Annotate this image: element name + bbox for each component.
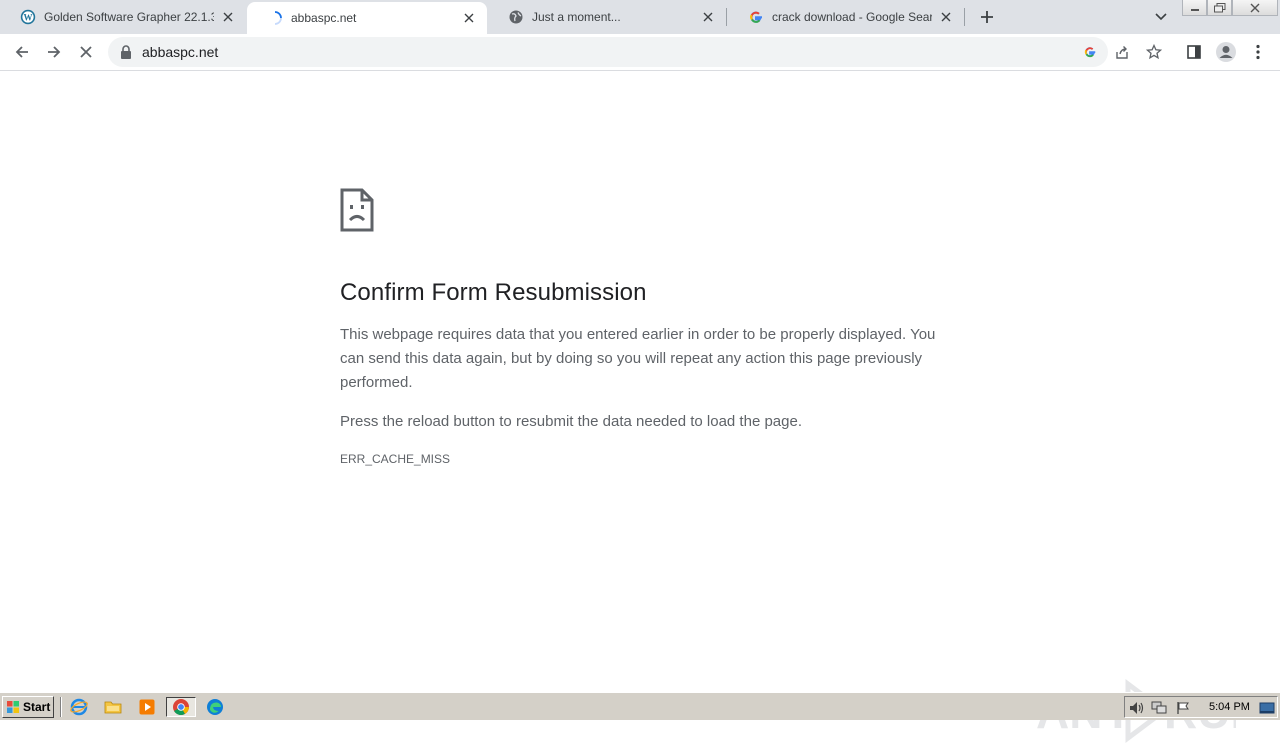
tab-title: Just a moment... (532, 10, 621, 24)
browser-toolbar: abbaspc.net (0, 34, 1280, 71)
windows-logo-icon (7, 701, 19, 713)
show-desktop-icon[interactable] (1259, 700, 1275, 716)
avatar-icon (1216, 42, 1236, 62)
stop-icon (80, 46, 92, 58)
arrow-left-icon (15, 46, 28, 58)
chrome-icon[interactable] (166, 697, 196, 717)
media-player-icon[interactable] (136, 697, 158, 717)
taskbar: Start 5:04 PM (0, 692, 1280, 720)
tab-title: Golden Software Grapher 22.1.333 C (44, 10, 214, 24)
minimize-icon (1190, 8, 1199, 11)
google-icon (748, 9, 764, 25)
error-description: This webpage requires data that you ente… (340, 326, 936, 391)
tab-separator (964, 8, 965, 26)
tab-google-search[interactable]: crack download - Google Search (728, 0, 964, 34)
tab-abbaspc[interactable]: abbaspc.net (247, 2, 487, 34)
sad-document-icon (340, 188, 374, 232)
tab-grapher[interactable]: W Golden Software Grapher 22.1.333 C (0, 0, 246, 34)
window-close-button[interactable] (1232, 0, 1278, 16)
url-text[interactable]: abbaspc.net (142, 44, 218, 60)
menu-button[interactable] (1242, 36, 1274, 68)
star-icon (1146, 44, 1162, 60)
wordpress-icon: W (20, 9, 36, 25)
bookmark-button[interactable] (1142, 40, 1166, 64)
internet-explorer-icon[interactable] (68, 697, 90, 717)
tab-title: crack download - Google Search (772, 10, 932, 24)
minimize-button[interactable] (1182, 0, 1207, 16)
page-content: Confirm Form Resubmission This webpage r… (0, 72, 1280, 743)
kebab-menu-icon (1256, 44, 1260, 60)
tab-just-a-moment[interactable]: Just a moment... (488, 0, 726, 34)
close-icon (1250, 3, 1260, 12)
tab-title: abbaspc.net (291, 11, 357, 25)
close-icon[interactable] (220, 9, 236, 25)
tab-search-button[interactable] (1150, 6, 1172, 28)
error-title: Confirm Form Resubmission (340, 279, 647, 306)
tab-separator (726, 8, 727, 26)
error-code: ERR_CACHE_MISS (340, 452, 451, 466)
close-icon[interactable] (461, 10, 477, 26)
start-button[interactable]: Start (2, 696, 54, 718)
plus-icon (981, 11, 993, 23)
close-icon[interactable] (700, 9, 716, 25)
google-icon (1084, 47, 1096, 58)
profile-button[interactable] (1210, 36, 1242, 68)
chevron-down-icon (1155, 13, 1167, 21)
globe-icon (508, 9, 524, 25)
system-tray: 5:04 PM (1124, 696, 1278, 718)
network-icon[interactable] (1151, 700, 1167, 716)
new-tab-button[interactable] (976, 6, 998, 28)
volume-icon[interactable] (1129, 700, 1145, 716)
forward-button[interactable] (38, 36, 70, 68)
google-lens-button[interactable] (1078, 40, 1102, 64)
share-icon (1116, 46, 1128, 59)
file-explorer-icon[interactable] (102, 697, 124, 717)
close-icon[interactable] (938, 9, 954, 25)
share-button[interactable] (1110, 40, 1134, 64)
taskbar-separator (60, 697, 62, 717)
back-button[interactable] (6, 36, 38, 68)
action-center-flag-icon[interactable] (1175, 700, 1191, 716)
lock-icon[interactable] (120, 45, 132, 59)
stop-loading-button[interactable] (70, 36, 102, 68)
error-hint: Press the reload button to resubmit the … (340, 413, 802, 430)
edge-icon[interactable] (204, 697, 226, 717)
restore-button[interactable] (1207, 0, 1232, 16)
loading-spinner-icon (267, 10, 283, 26)
restore-icon (1213, 2, 1225, 12)
side-panel-button[interactable] (1178, 36, 1210, 68)
svg-text:W: W (24, 13, 33, 23)
start-label: Start (23, 700, 51, 714)
taskbar-clock[interactable]: 5:04 PM (1209, 701, 1250, 713)
arrow-right-icon (48, 46, 61, 58)
window-controls (1182, 0, 1280, 18)
side-panel-icon (1187, 45, 1201, 59)
address-bar[interactable]: abbaspc.net (108, 37, 1162, 67)
tab-strip: W Golden Software Grapher 22.1.333 C abb… (0, 0, 1280, 34)
